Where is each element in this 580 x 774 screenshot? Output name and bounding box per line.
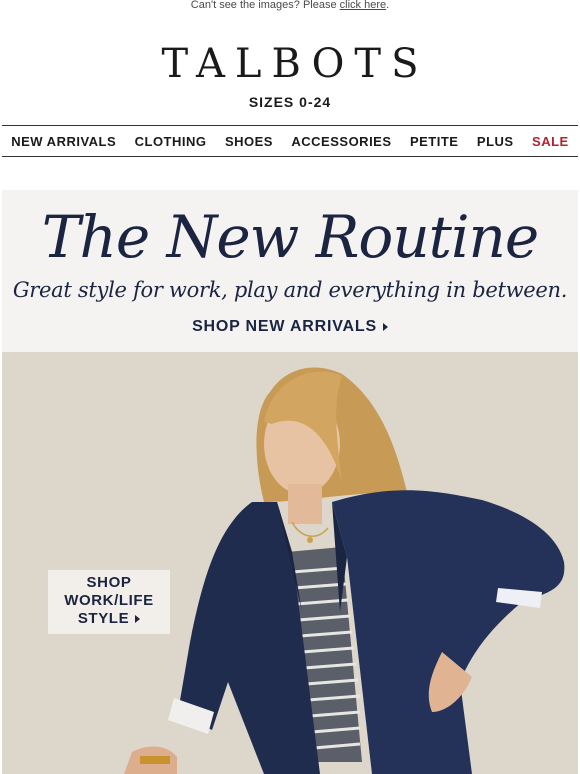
- sizes-tagline: SIZES 0-24: [248, 94, 332, 110]
- work-cta-line3: STYLE: [77, 610, 130, 627]
- work-cta-line2: WORK/LIFE: [64, 592, 154, 609]
- nav-accessories[interactable]: ACCESSORIES: [291, 134, 391, 149]
- shop-new-arrivals-link[interactable]: SHOP NEW ARRIVALS: [192, 318, 388, 336]
- model-illustration: [2, 352, 578, 774]
- preheader: Can't see the images? Please click here.: [0, 0, 580, 14]
- hero-header: The New Routine Great style for work, pl…: [2, 190, 578, 352]
- nav-clothing[interactable]: CLOTHING: [135, 134, 207, 149]
- nav-sale[interactable]: SALE: [532, 134, 569, 149]
- hero-photo[interactable]: SHOP WORK/LIFE STYLE: [2, 352, 578, 774]
- work-cta-line3-wrap: STYLE: [48, 610, 170, 628]
- shop-new-arrivals-label: SHOP NEW ARRIVALS: [192, 318, 377, 335]
- click-here-link[interactable]: click here: [340, 0, 386, 11]
- main-nav: NEW ARRIVALS CLOTHING SHOES ACCESSORIES …: [2, 125, 578, 157]
- nav-petite[interactable]: PETITE: [410, 134, 459, 149]
- nav-new-arrivals[interactable]: NEW ARRIVALS: [11, 134, 116, 149]
- nav-plus[interactable]: PLUS: [477, 134, 514, 149]
- hero-subline: Great style for work, play and everythin…: [12, 278, 568, 302]
- arrow-right-icon: [135, 615, 141, 624]
- hero-banner[interactable]: The New Routine Great style for work, pl…: [2, 190, 578, 774]
- arrow-right-icon: [382, 322, 388, 331]
- shop-work-life-style-button[interactable]: SHOP WORK/LIFE STYLE: [48, 570, 170, 634]
- talbots-logo[interactable]: TALBOTS: [0, 44, 580, 84]
- brand-header: TALBOTS SIZES 0-24: [0, 44, 580, 110]
- preheader-text: Can't see the images? Please: [190, 0, 340, 11]
- preheader-suffix: .: [386, 0, 390, 11]
- hero-headline: The New Routine: [41, 203, 539, 271]
- nav-shoes[interactable]: SHOES: [225, 134, 273, 149]
- work-cta-line1: SHOP: [86, 574, 132, 591]
